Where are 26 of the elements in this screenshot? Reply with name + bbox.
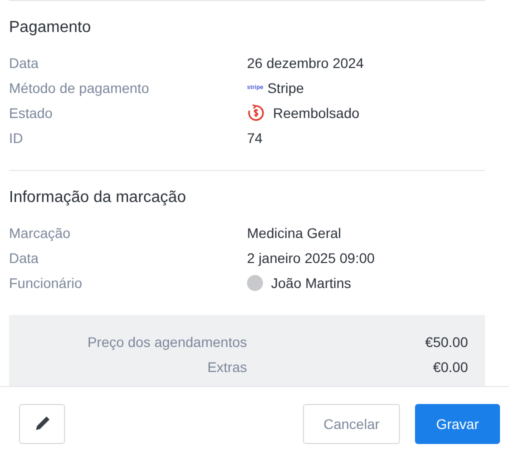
refund-icon bbox=[247, 104, 265, 122]
field-label: ID bbox=[9, 130, 24, 146]
field-value: 26 dezembro 2024 bbox=[247, 54, 364, 70]
field-label: Data bbox=[9, 54, 40, 70]
field-label: Estado bbox=[9, 104, 54, 120]
field-value: Medicina Geral bbox=[247, 224, 342, 240]
cancel-button[interactable]: Cancelar bbox=[303, 404, 400, 444]
total-label: Extras bbox=[206, 358, 247, 374]
section-title: Informação da marcação bbox=[9, 188, 187, 208]
total-value: €0.00 bbox=[432, 358, 468, 374]
total-value: €50.00 bbox=[424, 334, 468, 350]
field-label: Data bbox=[9, 250, 40, 266]
field-value: João Martins bbox=[271, 274, 352, 290]
field-label: Marcação bbox=[9, 224, 72, 240]
field-value: Stripe bbox=[267, 80, 304, 96]
section-title: Pagamento bbox=[9, 18, 92, 38]
field-label: Método de pagamento bbox=[9, 80, 150, 96]
field-value: 2 janeiro 2025 09:00 bbox=[247, 250, 375, 266]
field-value: 74 bbox=[247, 130, 263, 146]
save-button[interactable]: Gravar bbox=[415, 404, 500, 444]
edit-button[interactable] bbox=[19, 404, 65, 444]
total-label: Preço dos agendamentos bbox=[86, 334, 247, 350]
field-value: Reembolsado bbox=[273, 104, 360, 120]
pencil-icon bbox=[34, 416, 50, 432]
field-label: Funcionário bbox=[9, 274, 84, 290]
avatar bbox=[247, 274, 263, 290]
